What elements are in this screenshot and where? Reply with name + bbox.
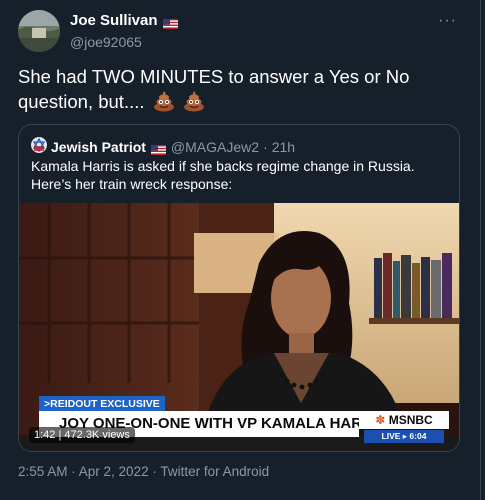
avatar[interactable] xyxy=(18,10,60,52)
quoted-tweet-header: Jewish Patriot @MAGAJew2 · 21h xyxy=(31,137,295,156)
author-handle[interactable]: @joe92065 xyxy=(70,34,178,50)
quoted-tweet-text: Kamala Harris is asked if she backs regi… xyxy=(31,158,415,192)
us-flag-icon xyxy=(162,16,178,29)
more-options-icon[interactable]: ··· xyxy=(438,12,457,30)
separator-dot: · xyxy=(263,138,268,155)
quoted-timestamp[interactable]: 21h xyxy=(272,139,295,155)
network-name: MSNBC xyxy=(388,413,433,427)
us-flag-icon xyxy=(150,142,166,155)
network-logo: ✽ MSNBC xyxy=(359,411,449,429)
video-player[interactable]: >REIDOUT EXCLUSIVE JOY ONE-ON-ONE WITH V… xyxy=(19,203,459,451)
column-border xyxy=(480,0,481,500)
pile-of-poo-icon xyxy=(183,90,205,118)
live-indicator: LIVE ▸ 6:04 xyxy=(364,430,444,443)
chyron-tag: >REIDOUT EXCLUSIVE xyxy=(39,396,165,412)
tweet-metadata[interactable]: 2:55 AM · Apr 2, 2022 · Twitter for Andr… xyxy=(18,464,269,479)
quoted-author-handle[interactable]: @MAGAJew2 xyxy=(171,139,259,155)
quoted-avatar[interactable] xyxy=(31,137,47,156)
video-duration: 1:42 xyxy=(34,429,56,441)
tweet-text: She had TWO MINUTES to answer a Yes or N… xyxy=(18,64,458,118)
tweet-author: Joe Sullivan @joe92065 xyxy=(70,12,178,50)
quoted-author-name[interactable]: Jewish Patriot xyxy=(51,139,146,155)
quoted-tweet[interactable]: Jewish Patriot @MAGAJew2 · 21h Kamala Ha… xyxy=(18,124,460,452)
author-name[interactable]: Joe Sullivan xyxy=(70,12,158,29)
video-duration-views: 1:42 | 472.3K views xyxy=(29,427,135,443)
peacock-icon: ✽ xyxy=(375,413,386,427)
tweet-body: She had TWO MINUTES to answer a Yes or N… xyxy=(18,66,410,112)
pile-of-poo-icon xyxy=(153,90,175,118)
video-views: 472.3K views xyxy=(64,429,130,441)
